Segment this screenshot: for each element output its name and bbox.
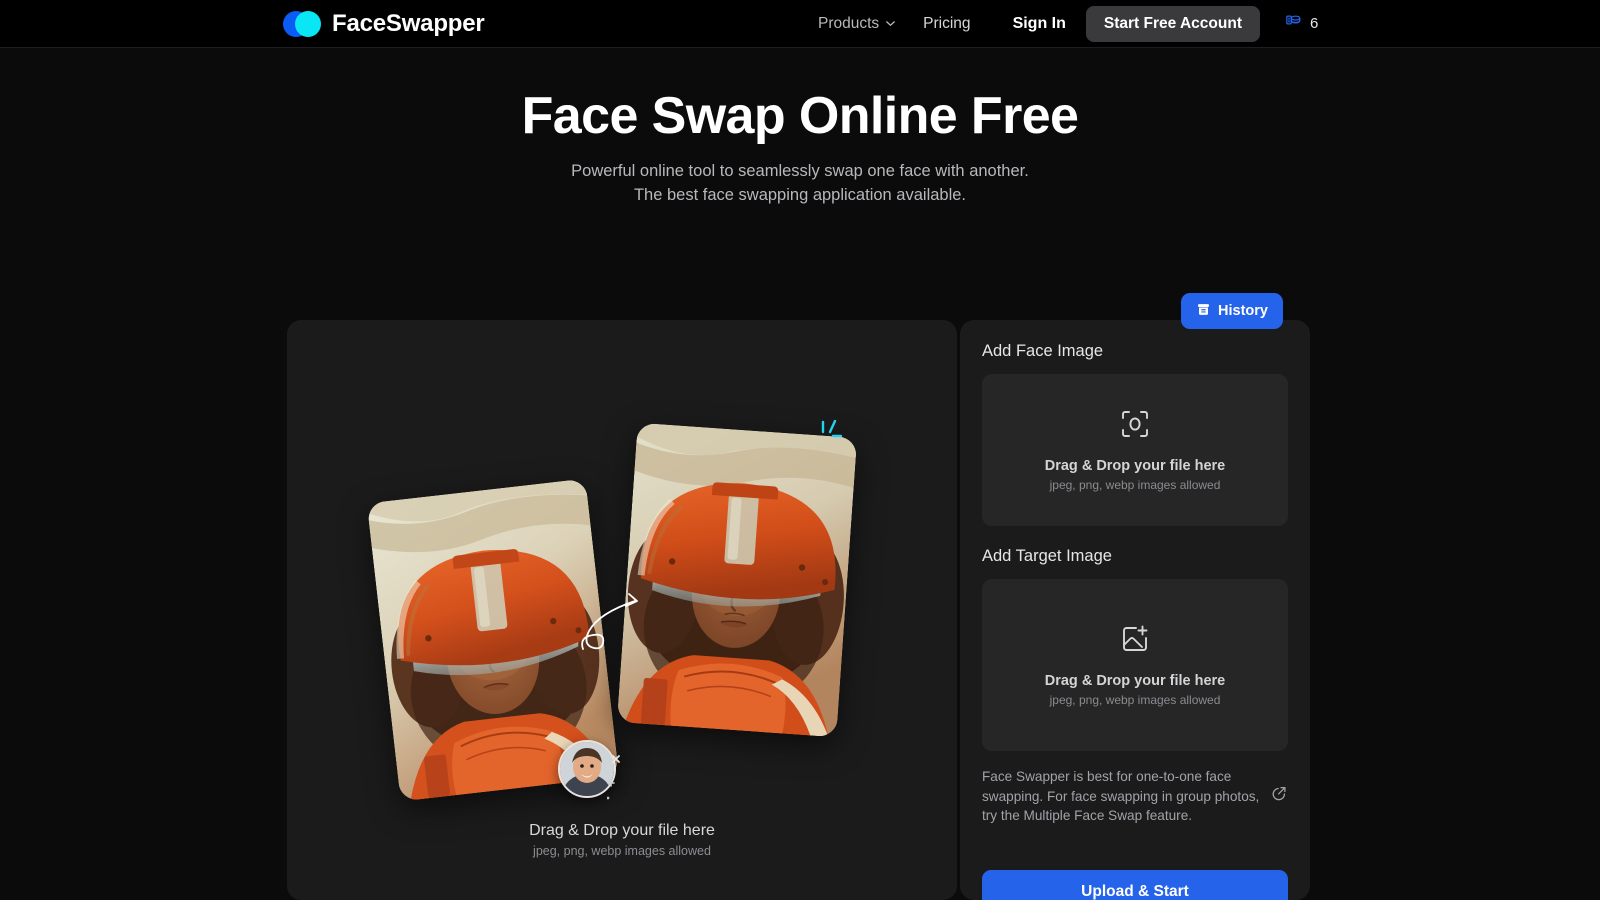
start-free-account-button[interactable]: Start Free Account bbox=[1085, 5, 1260, 42]
multiple-face-swap-hint: Face Swapper is best for one-to-one face… bbox=[982, 767, 1288, 826]
chevron-down-icon bbox=[885, 18, 895, 28]
hero-section: Face Swap Online Free Powerful online to… bbox=[0, 84, 1600, 207]
brand-name: FaceSwapper bbox=[332, 9, 485, 37]
credits-indicator[interactable]: 6 bbox=[1284, 12, 1318, 36]
decorative-dots bbox=[606, 752, 647, 802]
page-title: Face Swap Online Free bbox=[521, 87, 1079, 145]
main-dropzone-subtitle: jpeg, png, webp images allowed bbox=[533, 844, 711, 858]
face-upload-title: Drag & Drop your file here bbox=[1044, 457, 1226, 474]
face-scan-icon bbox=[1120, 409, 1150, 444]
external-link-circle-icon[interactable] bbox=[1270, 785, 1288, 808]
main-dropzone-title: Drag & Drop your file here bbox=[529, 822, 715, 839]
face-image-upload-dropzone[interactable]: Drag & Drop your file here jpeg, png, we… bbox=[982, 374, 1288, 526]
swap-arrow-icon bbox=[577, 585, 667, 665]
hero-subtitle-line1: Powerful online tool to seamlessly swap … bbox=[571, 162, 1029, 180]
target-image-upload-dropzone[interactable]: Drag & Drop your file here jpeg, png, we… bbox=[982, 579, 1288, 751]
result-portrait-card bbox=[616, 422, 858, 738]
sign-in-link[interactable]: Sign In bbox=[1013, 15, 1066, 33]
side-panel: Add Face Image Drag & Drop your file her… bbox=[960, 320, 1310, 900]
target-upload-title: Drag & Drop your file here bbox=[1044, 672, 1226, 689]
credits-count: 6 bbox=[1309, 15, 1319, 32]
brand-logo[interactable]: FaceSwapper bbox=[283, 9, 485, 39]
archive-icon bbox=[1196, 302, 1211, 321]
image-plus-icon bbox=[1120, 624, 1150, 659]
add-face-image-label: Add Face Image bbox=[982, 342, 1104, 360]
face-upload-subtitle: jpeg, png, webp images allowed bbox=[1049, 477, 1221, 492]
add-target-image-label: Add Target Image bbox=[982, 547, 1112, 565]
history-button[interactable]: History bbox=[1181, 293, 1283, 329]
coin-stack-icon bbox=[1284, 12, 1303, 36]
swap-illustration bbox=[287, 320, 957, 820]
multiple-face-swap-hint-text: Face Swapper is best for one-to-one face… bbox=[982, 769, 1260, 823]
target-upload-subtitle: jpeg, png, webp images allowed bbox=[1049, 692, 1221, 707]
main-dropzone[interactable]: Drag & Drop your file here jpeg, png, we… bbox=[287, 320, 957, 900]
faceswapper-logo-icon bbox=[283, 9, 321, 39]
nav-item-products-label: Products bbox=[818, 14, 880, 32]
nav-item-products[interactable]: Products bbox=[804, 7, 909, 41]
workspace: History Drag & Drop your file here jpeg,… bbox=[287, 293, 1310, 900]
hero-subtitle-line2: The best face swapping application avail… bbox=[633, 186, 967, 204]
site-header: FaceSwapper Products Pricing Sign In Sta… bbox=[0, 0, 1600, 48]
main-dropzone-caption: Drag & Drop your file here jpeg, png, we… bbox=[287, 822, 957, 858]
sparkle-icon bbox=[819, 419, 859, 450]
main-nav: Products Pricing Sign In Start Free Acco… bbox=[804, 5, 1318, 42]
upload-and-start-button[interactable]: Upload & Start bbox=[982, 870, 1288, 900]
history-button-label: History bbox=[1218, 303, 1268, 319]
nav-item-pricing[interactable]: Pricing bbox=[909, 7, 984, 41]
nav-item-pricing-label: Pricing bbox=[923, 14, 971, 32]
page-root: FaceSwapper Products Pricing Sign In Sta… bbox=[0, 0, 1600, 900]
